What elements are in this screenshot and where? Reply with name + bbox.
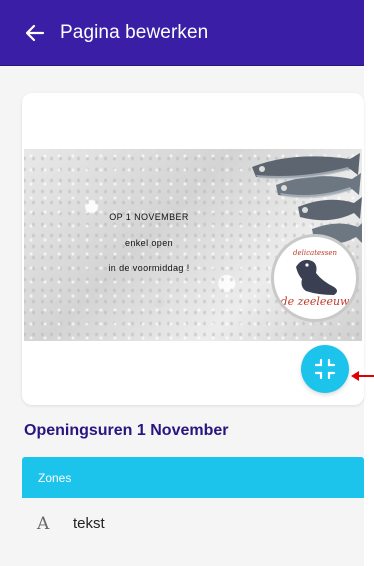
right-edge [364,0,374,566]
fullscreen-exit-button[interactable] [301,345,349,393]
poster-image: OP 1 NOVEMBER enkel open in de voormidda… [24,149,362,341]
zone-item-tekst[interactable]: A tekst [22,498,364,549]
app-bar: Pagina bewerken [0,0,364,66]
brand-logo: delicatessen de zeeleeuw [271,234,359,322]
page-title: Pagina bewerken [60,21,209,43]
poster-line-3: in de voormiddag ! [108,263,190,273]
logo-brand-name: de zeeleeuw [280,295,350,308]
fullscreen-exit-icon [314,358,336,380]
section-title: Openingsuren 1 November [24,422,229,439]
zone-item-label: tekst [73,515,105,532]
poster-line-1: OP 1 NOVEMBER [109,212,189,222]
back-button[interactable] [24,22,46,44]
text-icon: A [37,513,50,534]
image-card: OP 1 NOVEMBER enkel open in de voormidda… [22,93,364,405]
arrow-left-icon [25,24,45,41]
poster-line-2: enkel open [124,238,174,248]
annotation-arrow-icon [351,371,374,381]
zones-header: Zones [22,457,364,498]
